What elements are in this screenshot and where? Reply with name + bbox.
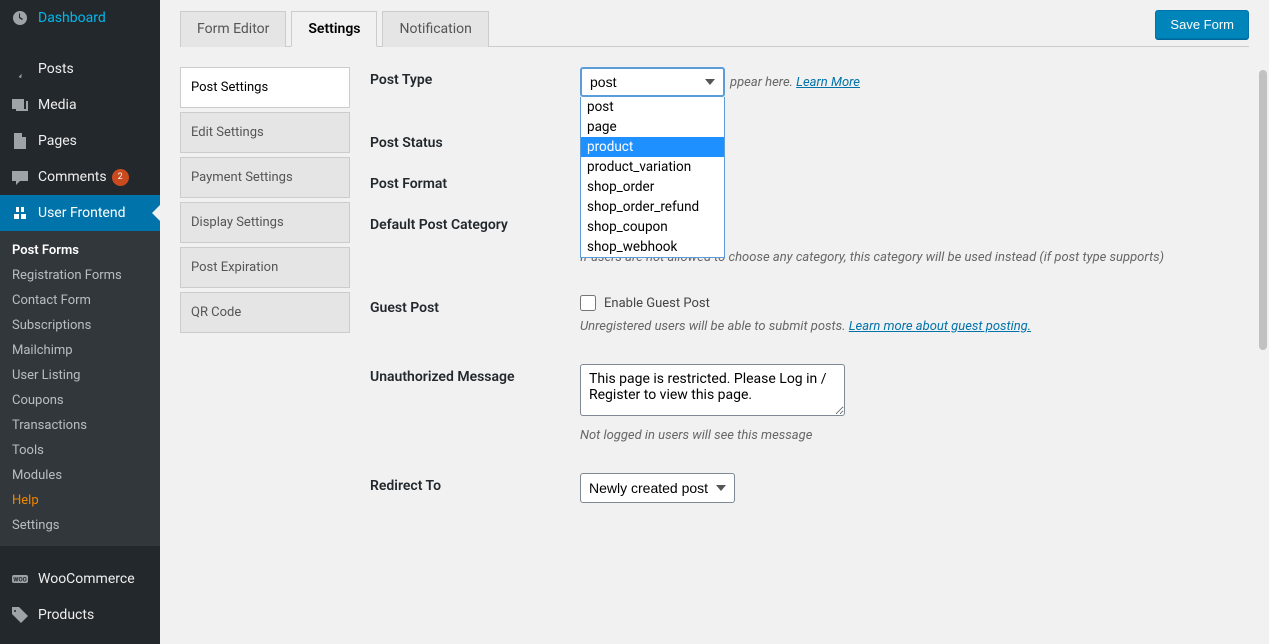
field-post-type: post post page product product_variation… <box>580 67 1219 90</box>
sidebar-label: Posts <box>38 61 74 77</box>
checkbox-label-guest: Enable Guest Post <box>604 296 710 311</box>
row-post-format: Post Format <box>370 171 1219 192</box>
settings-nav-post-settings[interactable]: Post Settings <box>180 67 350 108</box>
label-unauthorized: Unauthorized Message <box>370 364 580 385</box>
settings-nav: Post Settings Edit Settings Payment Sett… <box>180 67 350 523</box>
sidebar-label: Comments <box>38 169 107 185</box>
textarea-unauthorized[interactable]: This page is restricted. Please Log in /… <box>580 364 845 416</box>
comments-badge: 2 <box>112 169 129 186</box>
row-unauthorized: Unauthorized Message This page is restri… <box>370 364 1219 443</box>
select-redirect[interactable]: Newly created post <box>580 473 735 503</box>
content-wrap: Post Settings Edit Settings Payment Sett… <box>180 67 1249 523</box>
label-post-format: Post Format <box>370 171 580 192</box>
frontend-icon <box>10 203 30 223</box>
sidebar-label: Media <box>38 97 77 113</box>
label-post-type: Post Type <box>370 67 580 88</box>
note-unauthorized: Not logged in users will see this messag… <box>580 428 1219 443</box>
sidebar-item-comments[interactable]: Comments 2 <box>0 159 160 195</box>
sidebar-item-posts[interactable]: Posts <box>0 51 160 87</box>
tab-form-editor[interactable]: Form Editor <box>180 11 286 47</box>
submenu-modules[interactable]: Modules <box>0 463 160 488</box>
sidebar-label: Pages <box>38 133 77 149</box>
label-redirect: Redirect To <box>370 473 580 494</box>
row-guest-post: Guest Post Enable Guest Post Unregistere… <box>370 295 1219 334</box>
option-shop-webhook[interactable]: shop_webhook <box>581 237 724 257</box>
form-area: Post Type post post page product product… <box>370 67 1249 523</box>
settings-nav-post-expiration[interactable]: Post Expiration <box>180 247 350 288</box>
sidebar-item-dashboard[interactable]: Dashboard <box>0 0 160 36</box>
products-icon <box>10 605 30 625</box>
tabs-row: Form Editor Settings Notification Save F… <box>180 10 1249 47</box>
form-tabs: Form Editor Settings Notification <box>180 10 494 46</box>
tab-notification[interactable]: Notification <box>382 11 488 47</box>
scroll-thumb[interactable] <box>1259 70 1267 350</box>
field-guest-post: Enable Guest Post Unregistered users wil… <box>580 295 1219 334</box>
row-post-type: Post Type post post page product product… <box>370 67 1219 90</box>
sidebar-item-user-frontend[interactable]: User Frontend <box>0 195 160 231</box>
option-product[interactable]: product <box>581 137 724 157</box>
svg-text:WOO: WOO <box>13 577 27 584</box>
pages-icon <box>10 131 30 151</box>
row-default-category: Default Post Category – None – If users … <box>370 212 1219 265</box>
submenu-post-forms[interactable]: Post Forms <box>0 238 160 263</box>
label-default-category: Default Post Category <box>370 212 580 233</box>
woo-icon: WOO <box>10 569 30 589</box>
sidebar-item-media[interactable]: Media <box>0 87 160 123</box>
sidebar-item-pages[interactable]: Pages <box>0 123 160 159</box>
checkbox-guest-post[interactable] <box>580 295 596 311</box>
sidebar-label: Products <box>38 607 94 623</box>
label-guest-post: Guest Post <box>370 295 580 316</box>
option-product-variation[interactable]: product_variation <box>581 157 724 177</box>
option-shop-order[interactable]: shop_order <box>581 177 724 197</box>
learn-more-link[interactable]: Learn More <box>796 75 860 90</box>
media-icon <box>10 95 30 115</box>
guest-learn-more-link[interactable]: Learn more about guest posting. <box>849 319 1031 334</box>
post-type-dropdown: post page product product_variation shop… <box>580 97 725 258</box>
option-shop-order-refund[interactable]: shop_order_refund <box>581 197 724 217</box>
settings-nav-display-settings[interactable]: Display Settings <box>180 202 350 243</box>
sidebar-label: User Frontend <box>38 205 125 221</box>
submenu-settings[interactable]: Settings <box>0 513 160 538</box>
sidebar-label: Dashboard <box>38 10 106 26</box>
row-post-status: Post Status <box>370 130 1219 151</box>
checkbox-row-guest: Enable Guest Post <box>580 295 1219 311</box>
field-redirect: Newly created post <box>580 473 1219 503</box>
settings-nav-qr-code[interactable]: QR Code <box>180 292 350 333</box>
field-unauthorized: This page is restricted. Please Log in /… <box>580 364 1219 443</box>
save-form-button[interactable]: Save Form <box>1155 10 1249 39</box>
tab-settings[interactable]: Settings <box>291 11 377 47</box>
option-page[interactable]: page <box>581 117 724 137</box>
submenu-mailchimp[interactable]: Mailchimp <box>0 338 160 363</box>
main-content: Form Editor Settings Notification Save F… <box>160 0 1269 644</box>
submenu-registration-forms[interactable]: Registration Forms <box>0 263 160 288</box>
settings-nav-edit-settings[interactable]: Edit Settings <box>180 112 350 153</box>
comment-icon <box>10 167 30 187</box>
sidebar-item-woocommerce[interactable]: WOO WooCommerce <box>0 561 160 597</box>
pin-icon <box>10 59 30 79</box>
submenu-subscriptions[interactable]: Subscriptions <box>0 313 160 338</box>
submenu-tools[interactable]: Tools <box>0 438 160 463</box>
submenu-user-listing[interactable]: User Listing <box>0 363 160 388</box>
sidebar-item-products[interactable]: Products <box>0 597 160 633</box>
sidebar-submenu: Post Forms Registration Forms Contact Fo… <box>0 231 160 546</box>
row-redirect: Redirect To Newly created post <box>370 473 1219 503</box>
submenu-coupons[interactable]: Coupons <box>0 388 160 413</box>
label-post-status: Post Status <box>370 130 580 151</box>
submenu-contact-form[interactable]: Contact Form <box>0 288 160 313</box>
settings-nav-payment-settings[interactable]: Payment Settings <box>180 157 350 198</box>
scrollbar[interactable] <box>1257 60 1267 594</box>
submenu-help[interactable]: Help <box>0 488 160 513</box>
note-post-type: ppear here. Learn More <box>730 75 1219 90</box>
sidebar-label: WooCommerce <box>38 571 135 587</box>
dashboard-icon <box>10 8 30 28</box>
note-guest-post: Unregistered users will be able to submi… <box>580 319 1219 334</box>
admin-sidebar: Dashboard Posts Media Pages Comments 2 U… <box>0 0 160 644</box>
option-shop-coupon[interactable]: shop_coupon <box>581 217 724 237</box>
select-post-type[interactable]: post <box>580 67 725 97</box>
submenu-transactions[interactable]: Transactions <box>0 413 160 438</box>
option-post[interactable]: post <box>581 97 724 117</box>
